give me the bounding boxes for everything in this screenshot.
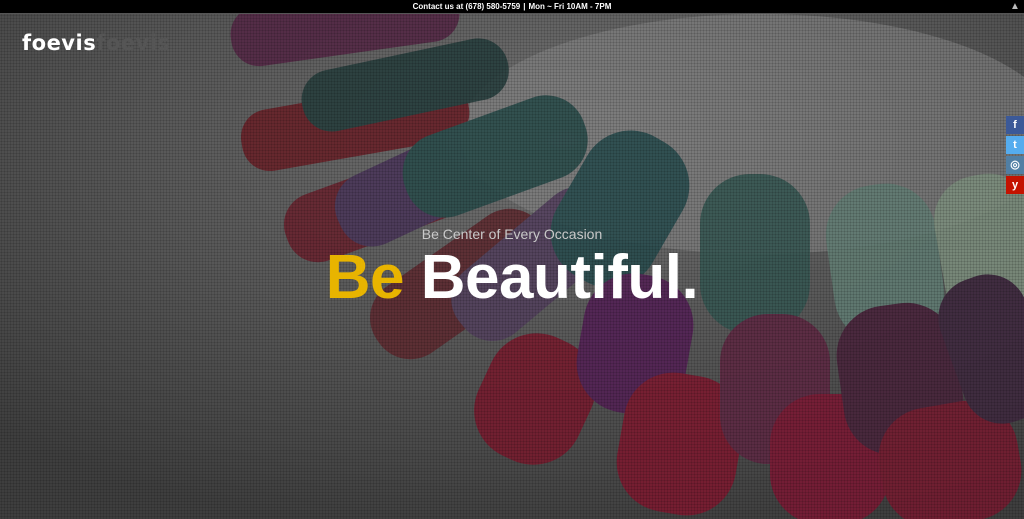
headline-accent-word: Be — [325, 243, 405, 312]
hero-headline: Be Beautiful. — [0, 242, 1024, 313]
facebook-icon[interactable]: f — [1006, 116, 1024, 134]
logo-text-secondary: foevis — [96, 31, 171, 55]
site-logo[interactable]: foevisfoevis — [22, 31, 170, 55]
yelp-icon[interactable]: y — [1006, 176, 1024, 194]
hero-tagline: Be Center of Every Occasion — [421, 226, 603, 242]
logo-text-primary: foevis — [22, 31, 97, 55]
arrow-up-icon[interactable]: ▲ — [1010, 1, 1020, 12]
hero-section: foevisfoevis Be Center of Every Occasion… — [0, 14, 1024, 519]
headline-main-word: Beautiful. — [420, 243, 699, 312]
business-hours-text: Mon ~ Fri 10AM - 7PM — [528, 2, 612, 11]
social-links-sidebar: f t ◎ y — [1006, 116, 1024, 196]
contact-phone-text: Contact us at (678) 580-5759 — [412, 2, 521, 11]
top-contact-bar: Contact us at (678) 580-5759 | Mon ~ Fri 1… — [0, 0, 1024, 14]
instagram-icon[interactable]: ◎ — [1006, 156, 1024, 174]
twitter-icon[interactable]: t — [1006, 136, 1024, 154]
